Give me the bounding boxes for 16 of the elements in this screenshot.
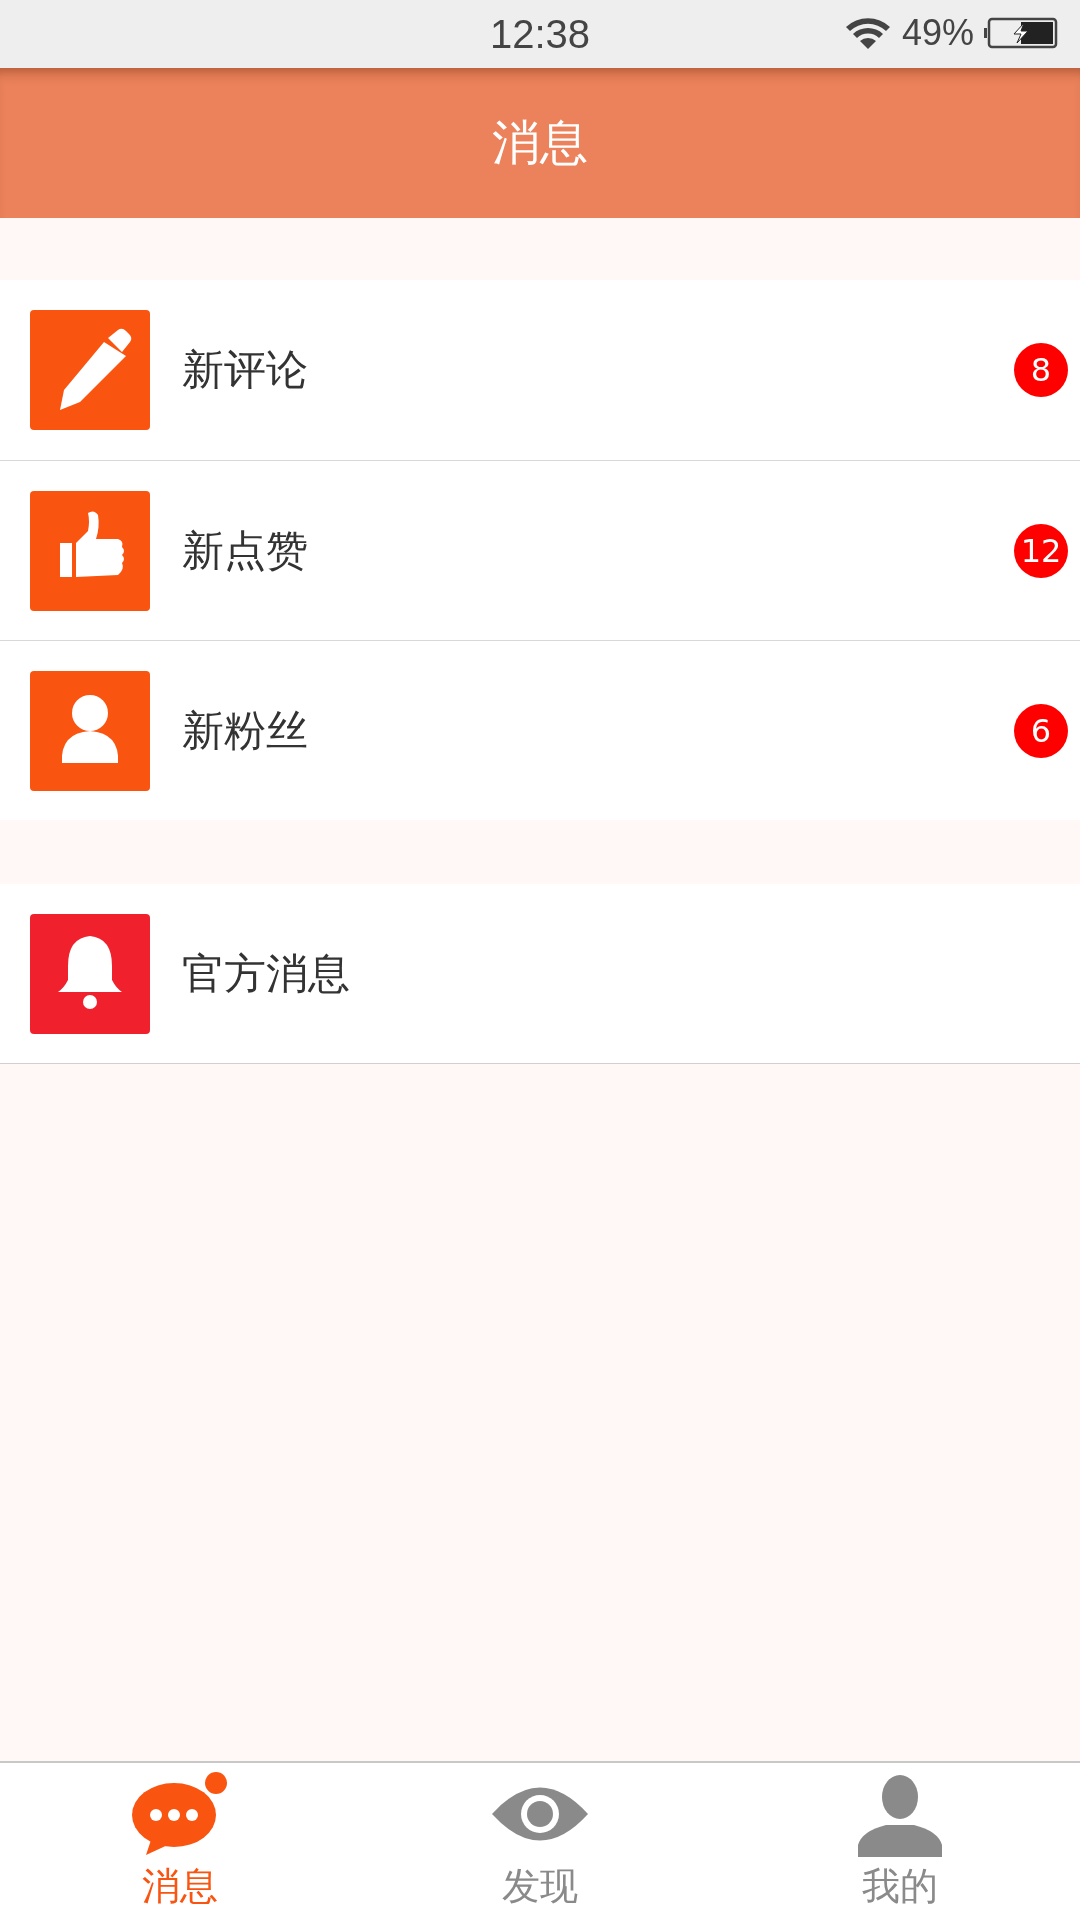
- battery-icon: [984, 17, 1058, 49]
- item-label: 新评论: [182, 344, 309, 396]
- item-label: 新点赞: [182, 524, 309, 577]
- count-badge: 6: [1014, 703, 1068, 758]
- count-badge: 12: [1014, 523, 1068, 578]
- chat-bubble-icon: [130, 1771, 230, 1857]
- page-title: 消息: [492, 113, 588, 172]
- item-label: 官方消息: [182, 947, 351, 1000]
- count-badge: 8: [1014, 343, 1068, 397]
- list-item[interactable]: 新粉丝 6: [0, 640, 1080, 820]
- clock: 12:38: [489, 11, 591, 57]
- item-label: 新粉丝: [182, 704, 309, 757]
- battery-percent: 49%: [901, 12, 974, 54]
- list-item[interactable]: 新点赞 12: [0, 460, 1080, 640]
- list-item[interactable]: 官方消息: [0, 884, 1080, 1064]
- list-item[interactable]: 新评论 8: [0, 280, 1080, 460]
